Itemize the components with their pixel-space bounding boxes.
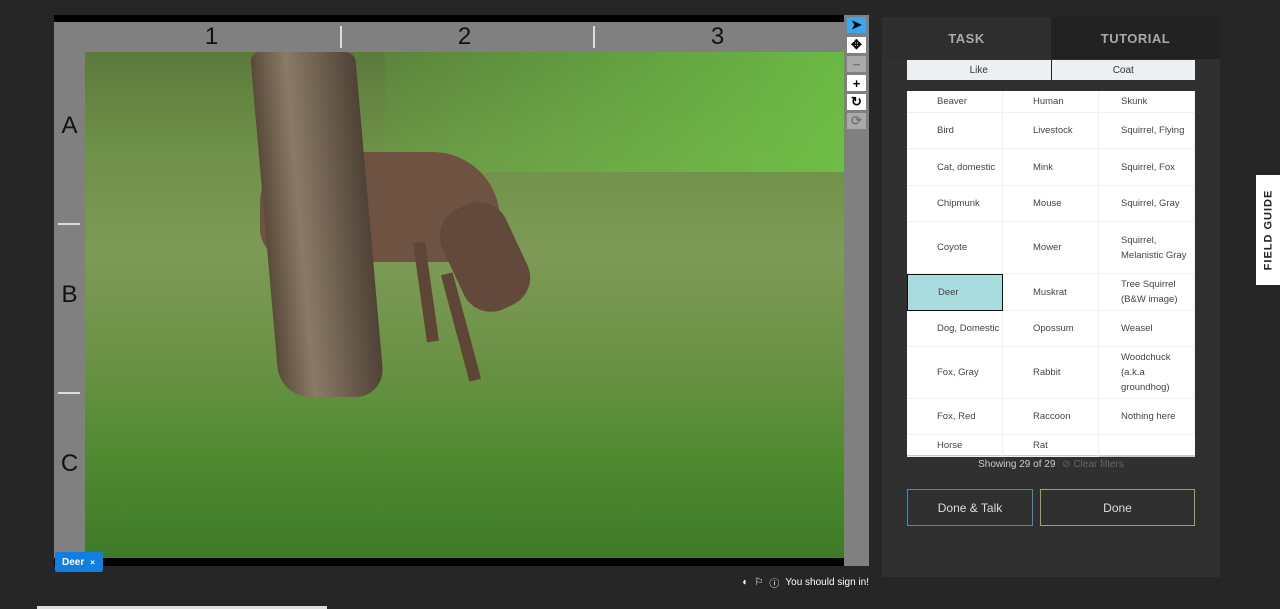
- species-option[interactable]: Rabbit: [1003, 347, 1099, 399]
- species-option[interactable]: Raccoon: [1003, 399, 1099, 435]
- field-guide-label: FIELD GUIDE: [1262, 189, 1275, 271]
- species-option[interactable]: Cat, domestic: [907, 149, 1003, 186]
- sign-in-notice[interactable]: You should sign in!: [785, 577, 869, 588]
- species-option[interactable]: Skunk: [1099, 91, 1195, 113]
- flag-icon[interactable]: ⚐: [754, 577, 763, 588]
- species-option[interactable]: Opossum: [1003, 311, 1099, 347]
- species-option[interactable]: Fox, Gray: [907, 347, 1003, 399]
- species-option[interactable]: Squirrel, Melanistic Gray: [1099, 222, 1195, 274]
- row-label: C: [60, 450, 79, 477]
- image-actions: ◐ ⚐ ⓘ You should sign in!: [742, 575, 869, 590]
- species-option[interactable]: Rat: [1003, 435, 1099, 457]
- species-option[interactable]: Human: [1003, 91, 1099, 113]
- camera-trap-photo[interactable]: [85, 52, 844, 558]
- species-option[interactable]: Weasel: [1099, 311, 1195, 347]
- move-tool-icon[interactable]: ✥: [847, 37, 866, 53]
- image-viewer[interactable]: 1 2 3 A B C ➤ ✥ − + ↻ ⟳: [54, 15, 869, 566]
- viewer-toolbar: ➤ ✥ − + ↻ ⟳: [844, 15, 869, 566]
- species-option[interactable]: Beaver: [907, 91, 1003, 113]
- divider: [58, 392, 80, 394]
- invert-icon[interactable]: ◐: [742, 577, 748, 588]
- column-label: 3: [710, 23, 725, 50]
- remove-tag-icon[interactable]: ×: [90, 558, 95, 567]
- species-option[interactable]: Tree Squirrel (B&W image): [1099, 274, 1195, 311]
- species-option[interactable]: Dog, Domestic: [907, 311, 1003, 347]
- tab-tutorial[interactable]: TUTORIAL: [1051, 17, 1220, 59]
- tab-task[interactable]: TASK: [882, 17, 1051, 59]
- species-option[interactable]: Woodchuck (a.k.a groundhog): [1099, 347, 1195, 399]
- column-ruler: 1 2 3: [54, 22, 844, 52]
- divider: [593, 26, 595, 48]
- filter-coat[interactable]: Coat: [1051, 60, 1195, 80]
- pointer-tool-icon[interactable]: ➤: [847, 17, 866, 33]
- species-option[interactable]: Squirrel, Gray: [1099, 186, 1195, 222]
- row-label: B: [61, 281, 78, 308]
- selected-species-tag[interactable]: Deer ×: [55, 552, 103, 572]
- clear-filters-link[interactable]: ⊘ Clear filters: [1062, 459, 1124, 470]
- divider: [340, 26, 342, 48]
- species-option[interactable]: Muskrat: [1003, 274, 1099, 311]
- row-ruler: A B C: [54, 52, 85, 558]
- field-guide-tab[interactable]: FIELD GUIDE: [1256, 175, 1280, 285]
- row-label: A: [61, 112, 78, 139]
- done-button[interactable]: Done: [1040, 489, 1195, 526]
- filter-like[interactable]: Like: [907, 60, 1051, 80]
- species-option[interactable]: Livestock: [1003, 113, 1099, 149]
- column-label: 2: [457, 23, 472, 50]
- column-label: 1: [204, 23, 219, 50]
- species-option[interactable]: Deer: [907, 274, 1003, 311]
- reset-icon[interactable]: ⟳: [847, 113, 866, 129]
- tree-trunk: [249, 52, 386, 397]
- species-option[interactable]: Mower: [1003, 222, 1099, 274]
- species-option[interactable]: Horse: [907, 435, 1003, 457]
- rotate-icon[interactable]: ↻: [847, 94, 866, 110]
- species-option[interactable]: Bird: [907, 113, 1003, 149]
- zoom-in-icon[interactable]: +: [847, 75, 866, 91]
- results-count: Showing 29 of 29 ⊘ Clear filters: [882, 459, 1220, 470]
- species-option[interactable]: Chipmunk: [907, 186, 1003, 222]
- showing-text: Showing 29 of 29: [978, 459, 1056, 470]
- task-panel: TASK TUTORIAL Like Coat Beaver Human Skunk…: [882, 17, 1220, 577]
- species-option[interactable]: Fox, Red: [907, 399, 1003, 435]
- species-option[interactable]: Mouse: [1003, 186, 1099, 222]
- info-icon[interactable]: ⓘ: [769, 575, 779, 590]
- species-option[interactable]: Squirrel, Fox: [1099, 149, 1195, 186]
- zoom-out-icon[interactable]: −: [847, 56, 866, 72]
- species-option[interactable]: Squirrel, Flying: [1099, 113, 1195, 149]
- species-option[interactable]: Coyote: [907, 222, 1003, 274]
- filter-bar: Like Coat: [907, 60, 1195, 80]
- tag-label: Deer: [62, 556, 85, 568]
- divider: [58, 223, 80, 225]
- species-grid: Beaver Human Skunk Bird Livestock Squirrel, F…: [907, 91, 1195, 457]
- species-option[interactable]: Nothing here: [1099, 399, 1195, 435]
- done-and-talk-button[interactable]: Done & Talk: [907, 489, 1033, 526]
- species-option[interactable]: Mink: [1003, 149, 1099, 186]
